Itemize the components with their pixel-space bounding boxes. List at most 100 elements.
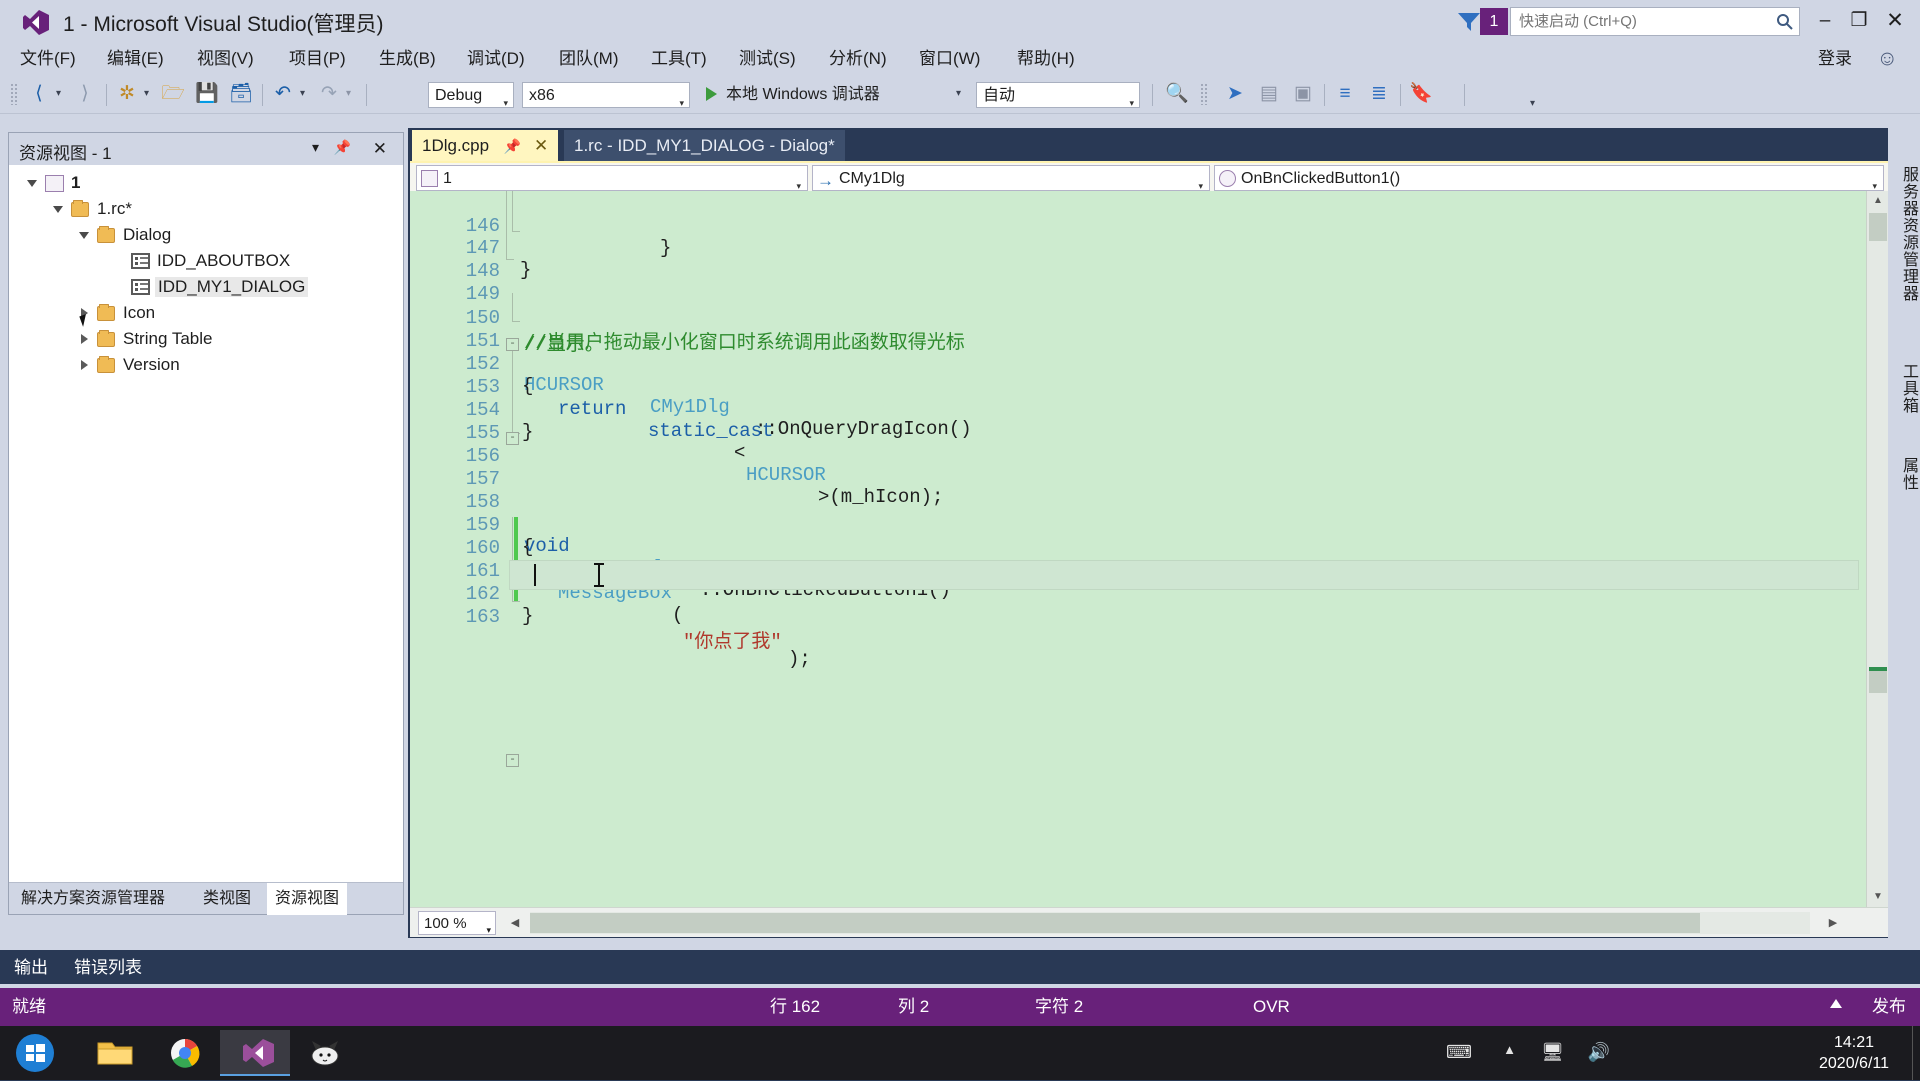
toolbar-grip[interactable]: [10, 83, 17, 105]
taskbar-clock[interactable]: 14:21 2020/6/11: [1802, 1032, 1906, 1074]
fold-toggle-icon[interactable]: -: [506, 754, 519, 767]
toolbar-overflow-icon[interactable]: ▾: [1530, 98, 1535, 109]
uncomment-icon[interactable]: ▣: [1290, 81, 1316, 107]
find-icon[interactable]: 🔍: [1164, 81, 1190, 107]
outdent-icon[interactable]: ≣: [1366, 81, 1392, 107]
navigate-forward-icon[interactable]: ⟩: [72, 81, 98, 107]
tab-solution-explorer[interactable]: 解决方案资源管理器: [13, 883, 173, 915]
tab-error-list[interactable]: 错误列表: [64, 954, 152, 982]
toolbar-grip-2[interactable]: [1200, 83, 1207, 105]
tree-item-project[interactable]: 1: [9, 171, 403, 197]
resource-tree[interactable]: 1 1.rc* Dialog IDD_ABOUTBOX IDD_MY1_DIAL…: [9, 165, 403, 883]
monitor-icon[interactable]: 🖥: [1541, 1042, 1564, 1063]
dock-tab-server-explorer[interactable]: 服务器资源管理器: [1888, 134, 1920, 334]
editor-vertical-scrollbar[interactable]: ▲ ▼: [1866, 191, 1888, 907]
configuration-combo[interactable]: Debug ▾: [428, 82, 514, 108]
taskbar-file-explorer-icon[interactable]: [80, 1030, 150, 1076]
undo-icon[interactable]: ↶: [270, 81, 296, 107]
tree-item-version[interactable]: Version: [9, 353, 403, 379]
comment-icon[interactable]: ▤: [1256, 81, 1282, 107]
chevron-down-icon[interactable]: ▾: [312, 139, 319, 156]
scroll-up-arrow-icon[interactable]: ▲: [1867, 191, 1889, 211]
pin-icon[interactable]: 📌: [334, 139, 351, 156]
volume-icon[interactable]: 🔊: [1588, 1042, 1610, 1063]
quick-launch-input[interactable]: [1517, 8, 1767, 35]
tree-item-idd-my1-dialog[interactable]: IDD_MY1_DIALOG: [9, 275, 403, 301]
document-tab-rc-dialog[interactable]: 1.rc - IDD_MY1_DIALOG - Dialog*: [564, 130, 845, 161]
scroll-right-arrow-icon[interactable]: ▶: [1822, 912, 1844, 934]
tab-class-view[interactable]: 类视图: [195, 883, 259, 915]
taskbar-dog-app-icon[interactable]: [290, 1030, 360, 1076]
notification-flag-icon[interactable]: [1456, 10, 1482, 34]
dock-tab-toolbox[interactable]: 工具箱: [1888, 348, 1920, 428]
platform-combo[interactable]: x86 ▾: [522, 82, 690, 108]
close-button[interactable]: ✕: [1878, 6, 1912, 36]
chevron-up-icon[interactable]: ▲: [1503, 1042, 1516, 1057]
redo-icon[interactable]: ↷: [316, 81, 342, 107]
play-icon[interactable]: [706, 87, 717, 101]
close-icon[interactable]: ✕: [373, 139, 387, 159]
menu-item-tools[interactable]: 工具(T): [644, 44, 714, 74]
close-icon[interactable]: ✕: [534, 136, 548, 155]
pin-icon[interactable]: 📌: [504, 138, 521, 154]
dock-tab-properties[interactable]: 属性: [1888, 444, 1920, 504]
upload-arrow-icon[interactable]: [1830, 999, 1842, 1008]
menu-item-project[interactable]: 项目(P): [282, 44, 353, 74]
save-all-icon[interactable]: 🗃: [228, 81, 254, 107]
menu-item-test[interactable]: 测试(S): [732, 44, 803, 74]
pointer-icon[interactable]: ➤: [1222, 81, 1248, 107]
start-debug-button[interactable]: 本地 Windows 调试器: [726, 82, 880, 108]
menu-item-debug[interactable]: 调试(D): [460, 44, 532, 74]
tree-item-string-table[interactable]: String Table: [9, 327, 403, 353]
bookmark-icon[interactable]: 🔖: [1408, 81, 1434, 107]
show-desktop-button[interactable]: [1912, 1026, 1920, 1080]
menu-item-team[interactable]: 团队(M): [552, 44, 625, 74]
login-button[interactable]: 登录: [1818, 44, 1852, 74]
attach-combo[interactable]: 自动 ▾: [976, 82, 1140, 108]
smiley-icon[interactable]: ☺: [1877, 47, 1898, 71]
zoom-level-combo[interactable]: 100 % ▾: [418, 911, 496, 935]
document-tab-1dlg-cpp[interactable]: 1Dlg.cpp 📌 ✕: [412, 130, 559, 161]
tab-output[interactable]: 输出: [4, 954, 58, 982]
minimize-button[interactable]: –: [1808, 6, 1842, 36]
menu-item-file[interactable]: 文件(F): [13, 44, 83, 74]
redo-dropdown-icon[interactable]: ▾: [346, 88, 351, 99]
menu-item-window[interactable]: 窗口(W): [912, 44, 987, 74]
nav-class-combo[interactable]: → CMy1Dlg ▾: [812, 165, 1210, 191]
scroll-left-arrow-icon[interactable]: ◀: [504, 912, 526, 934]
horizontal-scroll-track[interactable]: [530, 912, 1810, 934]
tree-item-rc-file[interactable]: 1.rc*: [9, 197, 403, 223]
publish-button[interactable]: 发布: [1872, 988, 1906, 1026]
maximize-button[interactable]: ❐: [1842, 6, 1876, 36]
navigate-back-dropdown-icon[interactable]: ▾: [56, 88, 61, 99]
nav-member-combo[interactable]: OnBnClickedButton1() ▾: [1214, 165, 1884, 191]
horizontal-scrollbar-thumb[interactable]: [530, 913, 1700, 933]
tree-item-icon-folder[interactable]: Icon: [9, 301, 403, 327]
tab-resource-view[interactable]: 资源视图: [267, 883, 348, 915]
scroll-down-arrow-icon[interactable]: ▼: [1867, 887, 1889, 907]
scrollbar-thumb[interactable]: [1869, 671, 1887, 693]
quick-launch-box[interactable]: [1510, 7, 1800, 36]
code-editor-surface[interactable]: 146 } 147 } 148 149 - //当用户拖动最小化窗口时系统调用此…: [410, 191, 1888, 907]
indent-icon[interactable]: ≡: [1332, 81, 1358, 107]
notification-count-badge[interactable]: 1: [1480, 8, 1508, 35]
tree-item-dialog-folder[interactable]: Dialog: [9, 223, 403, 249]
undo-dropdown-icon[interactable]: ▾: [300, 88, 305, 99]
save-icon[interactable]: 💾: [194, 81, 220, 107]
new-project-icon[interactable]: ✲: [114, 81, 140, 107]
menu-item-help[interactable]: 帮助(H): [1010, 44, 1082, 74]
windows-start-icon[interactable]: [6, 1030, 64, 1076]
keyboard-icon[interactable]: ⌨: [1446, 1042, 1472, 1063]
menu-item-view[interactable]: 视图(V): [190, 44, 261, 74]
start-debug-dropdown-icon[interactable]: ▾: [956, 88, 961, 99]
navigate-back-icon[interactable]: ⟨: [26, 81, 52, 107]
tree-item-idd-aboutbox[interactable]: IDD_ABOUTBOX: [9, 249, 403, 275]
menu-item-build[interactable]: 生成(B): [372, 44, 443, 74]
taskbar-visual-studio-icon[interactable]: [220, 1030, 290, 1076]
open-file-icon[interactable]: 🗁: [160, 81, 186, 107]
nav-project-combo[interactable]: 1 ▾: [416, 165, 808, 191]
scrollbar-thumb-top[interactable]: [1869, 213, 1887, 241]
menu-item-edit[interactable]: 编辑(E): [100, 44, 171, 74]
new-project-dropdown-icon[interactable]: ▾: [144, 88, 149, 99]
menu-item-analyze[interactable]: 分析(N): [822, 44, 894, 74]
